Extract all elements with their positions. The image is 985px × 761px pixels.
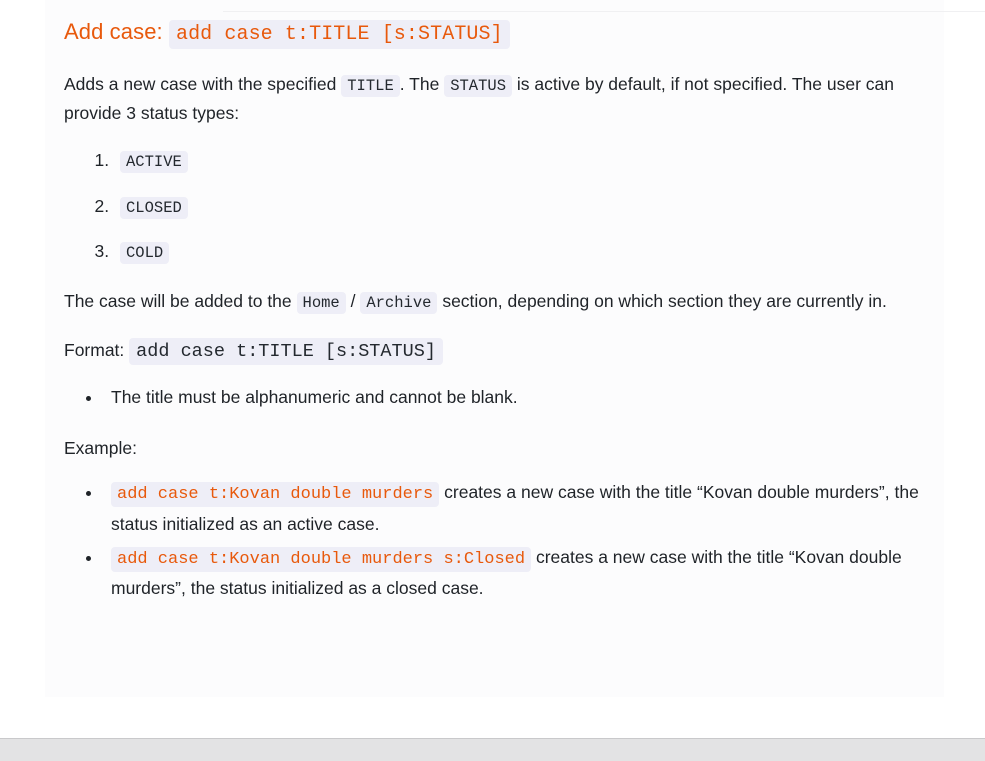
intro-text-part-1: Adds a new case with the specified <box>64 74 342 94</box>
home-section-chip: Home <box>296 292 346 315</box>
list-item: The title must be alphanumeric and canno… <box>103 383 925 411</box>
example-command-chip: add case t:Kovan double murders <box>111 481 440 507</box>
list-item: add case t:Kovan double murders creates … <box>103 478 925 539</box>
section-separator: / <box>345 291 361 312</box>
documentation-page: Add case: add case t:TITLE [s:STATUS] Ad… <box>0 0 985 761</box>
content-panel: Add case: add case t:TITLE [s:STATUS] Ad… <box>45 0 985 697</box>
list-item: add case t:Kovan double murders s:Closed… <box>103 543 925 604</box>
command-syntax-chip: add case t:TITLE [s:STATUS] <box>168 20 510 49</box>
status-value-chip: ACTIVE <box>120 151 188 174</box>
placement-text-part-2: section, depending on which section they… <box>437 291 887 312</box>
archive-section-chip: Archive <box>360 292 438 315</box>
command-documentation-section: Add case: add case t:TITLE [s:STATUS] Ad… <box>64 0 925 604</box>
examples-list: add case t:Kovan double murders creates … <box>64 478 925 604</box>
format-label: Format: <box>64 340 125 361</box>
example-command-chip: add case t:Kovan double murders s:Closed <box>111 546 532 572</box>
list-item: CLOSED <box>114 193 925 220</box>
format-syntax-chip: add case t:TITLE [s:STATUS] <box>129 338 443 366</box>
list-item: ACTIVE <box>114 147 925 174</box>
constraints-list: The title must be alphanumeric and canno… <box>64 383 925 411</box>
list-item: COLD <box>114 238 925 265</box>
status-parameter-chip: STATUS <box>444 75 513 97</box>
title-parameter-chip: TITLE <box>341 75 400 97</box>
footer-bar <box>0 738 985 761</box>
status-types-list: ACTIVE CLOSED COLD <box>64 147 925 265</box>
placement-text-part-1: The case will be added to the <box>64 291 297 312</box>
intro-text-part-2: . The <box>399 74 445 94</box>
status-value-chip: COLD <box>120 241 170 264</box>
intro-paragraph: Adds a new case with the specified TITLE… <box>64 70 925 127</box>
format-line: Format: add case t:TITLE [s:STATUS] <box>64 336 925 367</box>
status-value-chip: CLOSED <box>120 196 188 219</box>
section-placement-note: The case will be added to the Home / Arc… <box>64 287 925 316</box>
example-label: Example: <box>64 437 137 458</box>
command-heading-label: Add case: <box>64 19 163 44</box>
top-divider <box>223 11 985 12</box>
page-title: Add case: add case t:TITLE [s:STATUS] <box>64 18 925 49</box>
